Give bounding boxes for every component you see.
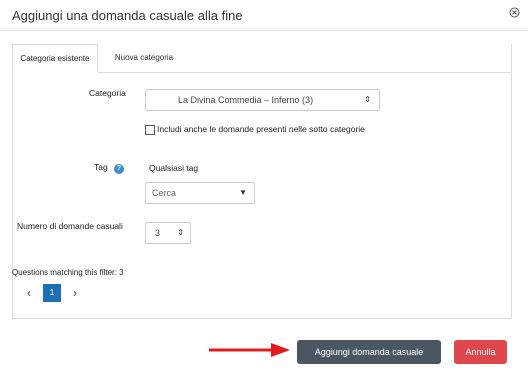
matching-filter-text: Questions matching this filter: 3 bbox=[12, 268, 124, 277]
tag-search-placeholder: Cerca bbox=[152, 188, 177, 198]
count-label: Numero di domande casuali bbox=[17, 221, 123, 231]
dialog-title: Aggiungi una domanda casuale alla fine bbox=[12, 8, 243, 23]
subcategory-checkbox[interactable] bbox=[145, 125, 155, 135]
pagination: ‹ 1 › bbox=[12, 282, 510, 318]
subcategory-checkbox-label: Includi anche le domande presenti nelle … bbox=[157, 124, 365, 134]
count-select[interactable]: 3 ⇕ bbox=[145, 222, 191, 244]
next-page-button[interactable]: › bbox=[66, 284, 84, 302]
select-caret-icon: ⇕ bbox=[364, 95, 371, 104]
category-select-value: La Divina Commedia – Inferno (3) bbox=[178, 95, 314, 105]
add-random-question-button[interactable]: Aggiungi domanda casuale bbox=[297, 340, 441, 364]
category-select[interactable]: La Divina Commedia – Inferno (3) ⇕ bbox=[145, 89, 380, 111]
tab-existing-category[interactable]: Categoria esistente bbox=[12, 44, 98, 73]
cancel-button[interactable]: Annulla bbox=[454, 340, 507, 364]
current-page-button[interactable]: 1 bbox=[43, 284, 61, 302]
previous-page-button[interactable]: ‹ bbox=[20, 284, 38, 302]
dropdown-arrow-icon: ▼ bbox=[239, 188, 247, 197]
tab-new-category[interactable]: Nuova categoria bbox=[104, 44, 184, 72]
category-label: Categoria bbox=[89, 88, 126, 98]
help-icon[interactable]: ? bbox=[114, 164, 124, 174]
count-select-value: 3 bbox=[155, 228, 161, 238]
select-caret-icon: ⇕ bbox=[177, 228, 184, 237]
tab-bar: Categoria esistente Nuova categoria bbox=[12, 44, 512, 73]
tag-search-select[interactable]: Cerca ▼ bbox=[145, 182, 255, 204]
close-icon[interactable] bbox=[509, 7, 520, 18]
header-divider bbox=[0, 30, 528, 31]
form-panel bbox=[12, 44, 512, 319]
tag-label: Tag bbox=[94, 162, 108, 172]
arrow-annotation-icon bbox=[209, 343, 290, 357]
tag-selection-text: Qualsiasi tag bbox=[149, 163, 199, 173]
